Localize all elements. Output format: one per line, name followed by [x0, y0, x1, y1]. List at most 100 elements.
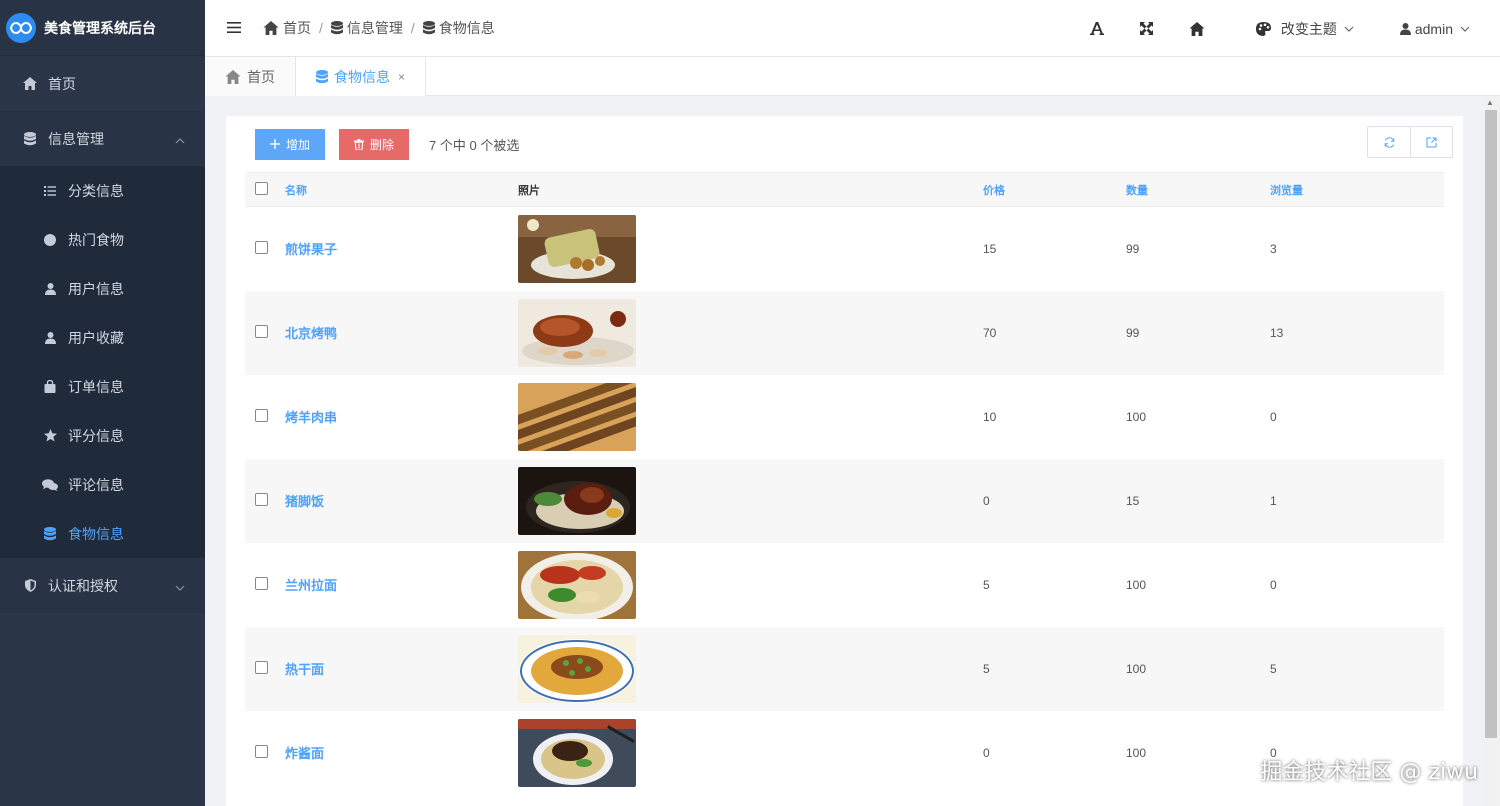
row-checkbox[interactable] — [255, 240, 268, 254]
refresh-icon[interactable] — [1368, 127, 1410, 157]
food-name[interactable]: 煎饼果子 — [285, 207, 517, 291]
tab-home[interactable]: 首页 — [205, 57, 296, 96]
row-checkbox[interactable] — [255, 744, 268, 758]
user-icon — [42, 281, 58, 297]
food-photo[interactable] — [518, 634, 636, 703]
food-photo[interactable] — [518, 382, 636, 451]
sidebar-item-users[interactable]: 用户信息 — [0, 264, 205, 313]
header-qty[interactable]: 数量 — [1126, 173, 1270, 207]
sidebar-item-hot-food[interactable]: 热门食物 — [0, 215, 205, 264]
food-table: 名称 照片 价格 数量 浏览量 煎饼果子 15 99 3 北京烤鸭 70 99 … — [245, 172, 1444, 795]
shield-icon — [22, 578, 38, 594]
food-photo-cell — [517, 627, 983, 711]
page-scrollbar[interactable]: ▲ — [1483, 96, 1499, 806]
food-price: 10 — [983, 409, 997, 424]
sidebar-item-favorites[interactable]: 用户收藏 — [0, 313, 205, 362]
home-icon — [225, 69, 241, 84]
table-row: 煎饼果子 15 99 3 — [245, 207, 1444, 291]
circle-icon — [42, 232, 58, 248]
sidebar-item-comments[interactable]: 评论信息 — [0, 460, 205, 509]
food-views: 0 — [1270, 409, 1277, 424]
chevron-up-icon — [175, 131, 185, 147]
palette-icon — [1255, 21, 1271, 36]
food-name[interactable]: 猪脚饭 — [285, 459, 517, 543]
tab-label: 食物信息 — [334, 68, 390, 85]
food-photo[interactable] — [518, 550, 636, 619]
app-title: 美食管理系统后台 — [44, 19, 156, 36]
food-name[interactable]: 烤羊肉串 — [285, 375, 517, 459]
font-size-icon[interactable] — [1072, 0, 1122, 57]
breadcrumb-home[interactable]: 首页 — [283, 18, 311, 38]
sidebar-item-label: 首页 — [48, 75, 76, 92]
fullscreen-icon[interactable] — [1122, 0, 1172, 57]
row-select — [245, 627, 285, 711]
star-icon — [42, 428, 58, 444]
row-select — [245, 291, 285, 375]
sidebar-submenu: 分类信息 热门食物 用户信息 用户收藏 订单信息 评分信息 评论信息 食物信息 — [0, 166, 205, 558]
food-name[interactable]: 炸酱面 — [285, 711, 517, 795]
food-photo[interactable] — [518, 466, 636, 535]
scroll-up-icon[interactable]: ▲ — [1486, 98, 1494, 107]
row-checkbox[interactable] — [255, 660, 268, 674]
theme-switcher[interactable]: 改变主题 — [1255, 19, 1354, 39]
food-views: 0 — [1270, 577, 1277, 592]
row-checkbox[interactable] — [255, 408, 268, 422]
food-name[interactable]: 北京烤鸭 — [285, 291, 517, 375]
delete-button[interactable]: 删除 — [339, 128, 410, 160]
export-icon[interactable] — [1410, 127, 1452, 157]
food-price: 0 — [983, 745, 990, 760]
menu-toggle-icon[interactable] — [227, 21, 243, 36]
food-views: 1 — [1270, 493, 1277, 508]
row-checkbox[interactable] — [255, 492, 268, 506]
trash-icon — [354, 138, 365, 150]
user-menu[interactable]: admin — [1399, 21, 1470, 37]
food-photo[interactable] — [518, 214, 636, 283]
sidebar-item-label: 分类信息 — [68, 182, 124, 199]
close-icon[interactable]: × — [398, 70, 405, 84]
user-icon — [1399, 22, 1411, 35]
row-select — [245, 459, 285, 543]
tab-food-info[interactable]: 食物信息 × — [296, 57, 427, 96]
row-select — [245, 543, 285, 627]
main-content: 增加 删除 7 个中 0 个被选 名称 照片 价格 数量 浏览量 煎饼果子 15… — [205, 96, 1483, 806]
table-row: 烤羊肉串 10 100 0 — [245, 375, 1444, 459]
food-name[interactable]: 兰州拉面 — [285, 543, 517, 627]
food-photo-cell — [517, 291, 983, 375]
sidebar-item-label: 用户收藏 — [68, 329, 124, 346]
food-qty: 100 — [1126, 745, 1147, 760]
sidebar-item-category[interactable]: 分类信息 — [0, 166, 205, 215]
table-row: 北京烤鸭 70 99 13 — [245, 290, 1444, 375]
sidebar-item-label: 食物信息 — [68, 525, 124, 542]
sidebar-group-info[interactable]: 信息管理 — [0, 111, 205, 166]
food-photo[interactable] — [518, 298, 636, 367]
plus-icon — [270, 139, 280, 149]
header-name[interactable]: 名称 — [285, 173, 517, 207]
breadcrumb-info[interactable]: 信息管理 — [347, 18, 403, 38]
header-price[interactable]: 价格 — [983, 173, 1126, 207]
food-photo-cell — [517, 711, 983, 795]
sidebar-item-orders[interactable]: 订单信息 — [0, 362, 205, 411]
theme-label: 改变主题 — [1280, 20, 1337, 37]
sidebar-item-ratings[interactable]: 评分信息 — [0, 411, 205, 460]
row-checkbox[interactable] — [255, 324, 268, 338]
header-views[interactable]: 浏览量 — [1270, 173, 1444, 207]
row-select — [245, 711, 285, 795]
sidebar-item-food[interactable]: 食物信息 — [0, 509, 205, 558]
food-photo[interactable] — [518, 718, 636, 787]
sidebar-group-auth[interactable]: 认证和授权 — [0, 558, 205, 613]
home-icon[interactable] — [1172, 0, 1222, 57]
food-name[interactable]: 热干面 — [285, 627, 517, 711]
food-price: 15 — [983, 241, 997, 256]
row-checkbox[interactable] — [255, 576, 268, 590]
food-price: 5 — [983, 577, 990, 592]
list-icon — [42, 183, 58, 199]
food-qty: 99 — [1126, 241, 1140, 256]
select-all-checkbox[interactable] — [255, 181, 268, 195]
add-button[interactable]: 增加 — [255, 128, 326, 160]
delete-button-label: 删除 — [370, 137, 395, 152]
food-views: 3 — [1270, 241, 1277, 256]
table-row: 猪脚饭 0 15 1 — [245, 458, 1444, 543]
sidebar-item-label: 认证和授权 — [48, 577, 118, 594]
sidebar-item-home[interactable]: 首页 — [0, 56, 205, 111]
scrollbar-thumb[interactable] — [1485, 110, 1497, 738]
